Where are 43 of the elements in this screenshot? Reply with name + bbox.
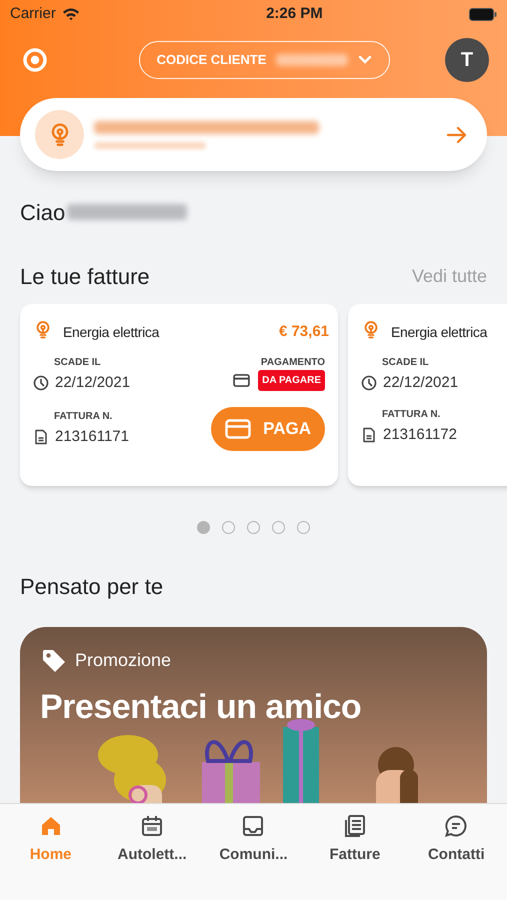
promo-tag: Promozione [75,647,172,674]
service-type: Energia elettrica [63,322,160,342]
field-label: SCADE IL [382,356,430,370]
field-value: 22/12/2021 [55,373,130,393]
tab-item[interactable]: Comuni... [202,814,304,866]
promo-title: Presentaci un amico [40,687,362,728]
tab-item[interactable]: Autolett... [101,814,203,866]
field-value: 213161172 [383,424,457,444]
document-icon [342,814,367,838]
invoice-card[interactable]: Energia elettrica SCADE IL 22/12/2021 FATTURA N. 213161172 [348,304,507,486]
document-icon [361,426,377,443]
carrier-label: Carrier [10,4,56,24]
field-label: SCADE IL [54,356,102,370]
calendar-icon [140,814,164,838]
field-label: FATTURA N. [382,408,442,422]
credit-card-icon [225,418,252,438]
inbox-icon [241,814,266,838]
clock: 2:26 PM [266,4,323,24]
tab-item[interactable]: Fatture [304,814,406,866]
clock-icon [361,375,377,392]
battery-icon [468,8,497,20]
invoice-amount: € 73,61 [278,322,329,342]
greeting-text: Ciao [20,198,66,226]
promo-card[interactable]: Promozione Presentaci un amico [20,627,487,803]
tag-icon [41,648,67,674]
chat-icon [444,814,468,838]
service-type: Energia elettrica [391,322,488,342]
field-value: 22/12/2021 [383,373,458,393]
clock-icon [33,375,49,392]
field-label: FATTURA N. [54,410,114,424]
section-title: Pensato per te [20,573,164,600]
field-label: PAGAMENTO [260,356,325,370]
tab-item[interactable]: Contatti [406,814,507,866]
credit-card-icon [233,374,250,387]
field-value: 213161171 [55,426,129,447]
section-title: Le tue fatture [20,262,150,290]
target-logo-icon [22,47,48,73]
chevron-down-icon [358,55,372,65]
wifi-icon [62,7,80,21]
arrow-right-icon [446,124,468,144]
payment-status-badge: DA PAGARE [258,370,325,391]
document-icon [33,429,49,445]
invoice-card[interactable]: Energia elettrica € 73,61 SCADE IL 22/12/2021 PAGAMENTO DA PAGARE FATTURA N. 213161171 PAGA [20,304,338,486]
